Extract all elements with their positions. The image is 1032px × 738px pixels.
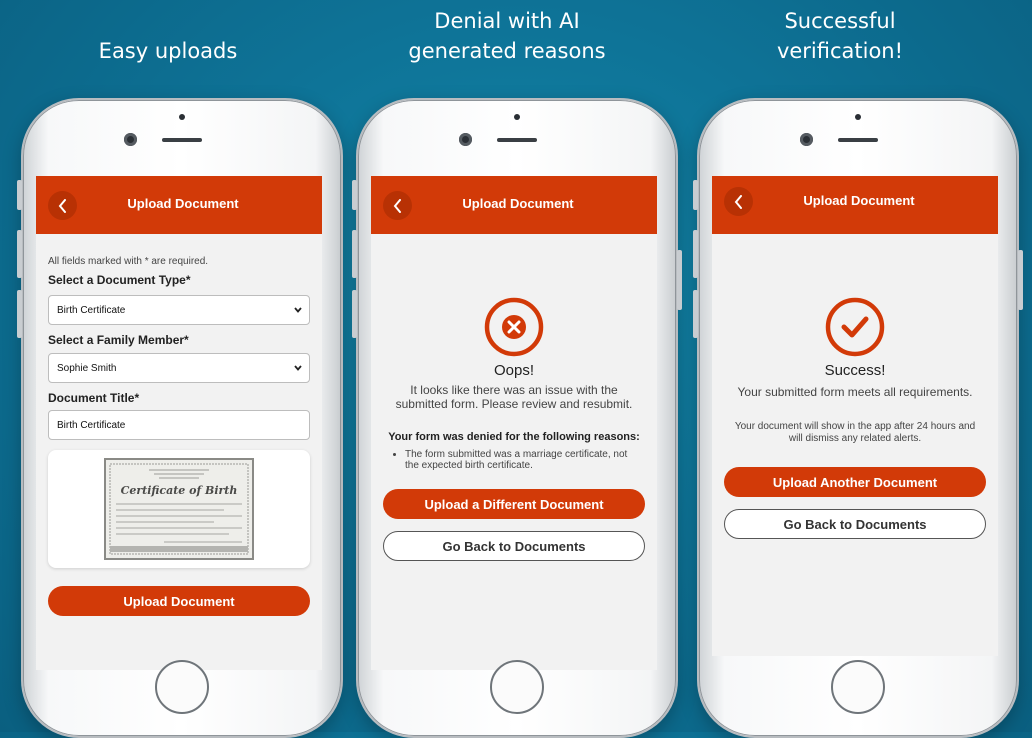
caption-text: Easy uploads	[98, 39, 238, 63]
upload-document-button[interactable]: Upload Document	[48, 586, 310, 616]
header-title: Upload Document	[803, 193, 915, 208]
sensor-dot	[514, 114, 520, 120]
phone-success: Upload Document Success! Your submitted …	[693, 98, 1023, 738]
app-header: Upload Document	[36, 176, 322, 234]
doc-type-value: Birth Certificate	[57, 304, 126, 316]
document-title-input[interactable]: Birth Certificate	[48, 410, 310, 440]
caption-success: Successful verification!	[690, 6, 990, 66]
app-header: Upload Document	[712, 176, 998, 234]
speaker-grille	[497, 138, 537, 142]
phone-side-button	[693, 290, 698, 338]
caption-line: generated reasons	[408, 39, 606, 63]
document-preview-card[interactable]: Certificate of Birth	[48, 450, 310, 568]
phone-side-button	[1018, 250, 1023, 310]
required-note: All fields marked with * are required.	[48, 256, 209, 267]
document-title-value: Birth Certificate	[57, 419, 126, 431]
sensor-dot	[179, 114, 185, 120]
caption-denial: Denial with AI generated reasons	[357, 6, 657, 66]
phone-side-button	[17, 290, 22, 338]
phone-side-button	[352, 180, 357, 210]
speaker-grille	[162, 138, 202, 142]
phone-side-button	[693, 230, 698, 278]
go-back-to-documents-button[interactable]: Go Back to Documents	[383, 531, 645, 561]
upload-different-document-button[interactable]: Upload a Different Document	[383, 489, 645, 519]
header-title: Upload Document	[462, 196, 574, 211]
header-title: Upload Document	[127, 196, 239, 211]
denial-screen: Upload Document Oops! It looks like ther…	[371, 176, 657, 670]
home-button[interactable]	[490, 660, 544, 714]
phone-side-button	[693, 180, 698, 210]
doc-type-select[interactable]: Birth Certificate	[48, 295, 310, 325]
phone-side-button	[352, 290, 357, 338]
home-button[interactable]	[831, 660, 885, 714]
home-button[interactable]	[155, 660, 209, 714]
reasons-heading: Your form was denied for the following r…	[388, 431, 640, 443]
caption-line: Denial with AI	[434, 9, 580, 33]
caption-easy-uploads: Easy uploads	[18, 36, 318, 66]
reasons-list: The form submitted was a marriage certif…	[405, 449, 639, 471]
x-circle-icon	[484, 297, 544, 357]
phone-side-button	[17, 180, 22, 210]
caption-line: Successful	[784, 9, 896, 33]
upload-another-document-button[interactable]: Upload Another Document	[724, 467, 986, 497]
phone-side-button	[352, 230, 357, 278]
caption-line: verification!	[776, 39, 904, 63]
family-value: Sophie Smith	[57, 362, 117, 374]
family-select[interactable]: Sophie Smith	[48, 353, 310, 383]
family-label: Select a Family Member*	[48, 333, 189, 347]
phone-upload: Upload Document All fields marked with *…	[17, 98, 343, 738]
app-header: Upload Document	[371, 176, 657, 234]
status-note: Your document will show in the app after…	[734, 421, 976, 444]
camera-icon	[124, 133, 137, 146]
chevron-down-icon	[294, 365, 302, 371]
phone-side-button	[677, 250, 682, 310]
status-message: It looks like there was an issue with th…	[395, 383, 633, 411]
phone-denial: Upload Document Oops! It looks like ther…	[352, 98, 682, 738]
status-heading: Success!	[824, 362, 886, 379]
camera-icon	[459, 133, 472, 146]
check-circle-icon	[825, 297, 885, 357]
certificate-heading: Certificate of Birth	[121, 484, 238, 497]
sensor-dot	[855, 114, 861, 120]
chevron-down-icon	[294, 307, 302, 313]
speaker-grille	[838, 138, 878, 142]
reason-item: The form submitted was a marriage certif…	[405, 449, 639, 471]
doc-type-label: Select a Document Type*	[48, 273, 191, 287]
title-label: Document Title*	[48, 391, 140, 405]
birth-certificate-image: Certificate of Birth	[104, 458, 254, 560]
camera-icon	[800, 133, 813, 146]
status-heading: Oops!	[493, 362, 535, 379]
phone-side-button	[17, 230, 22, 278]
status-message: Your submitted form meets all requiremen…	[737, 385, 973, 399]
upload-screen: Upload Document All fields marked with *…	[36, 176, 322, 670]
go-back-to-documents-button[interactable]: Go Back to Documents	[724, 509, 986, 539]
success-screen: Upload Document Success! Your submitted …	[712, 176, 998, 656]
